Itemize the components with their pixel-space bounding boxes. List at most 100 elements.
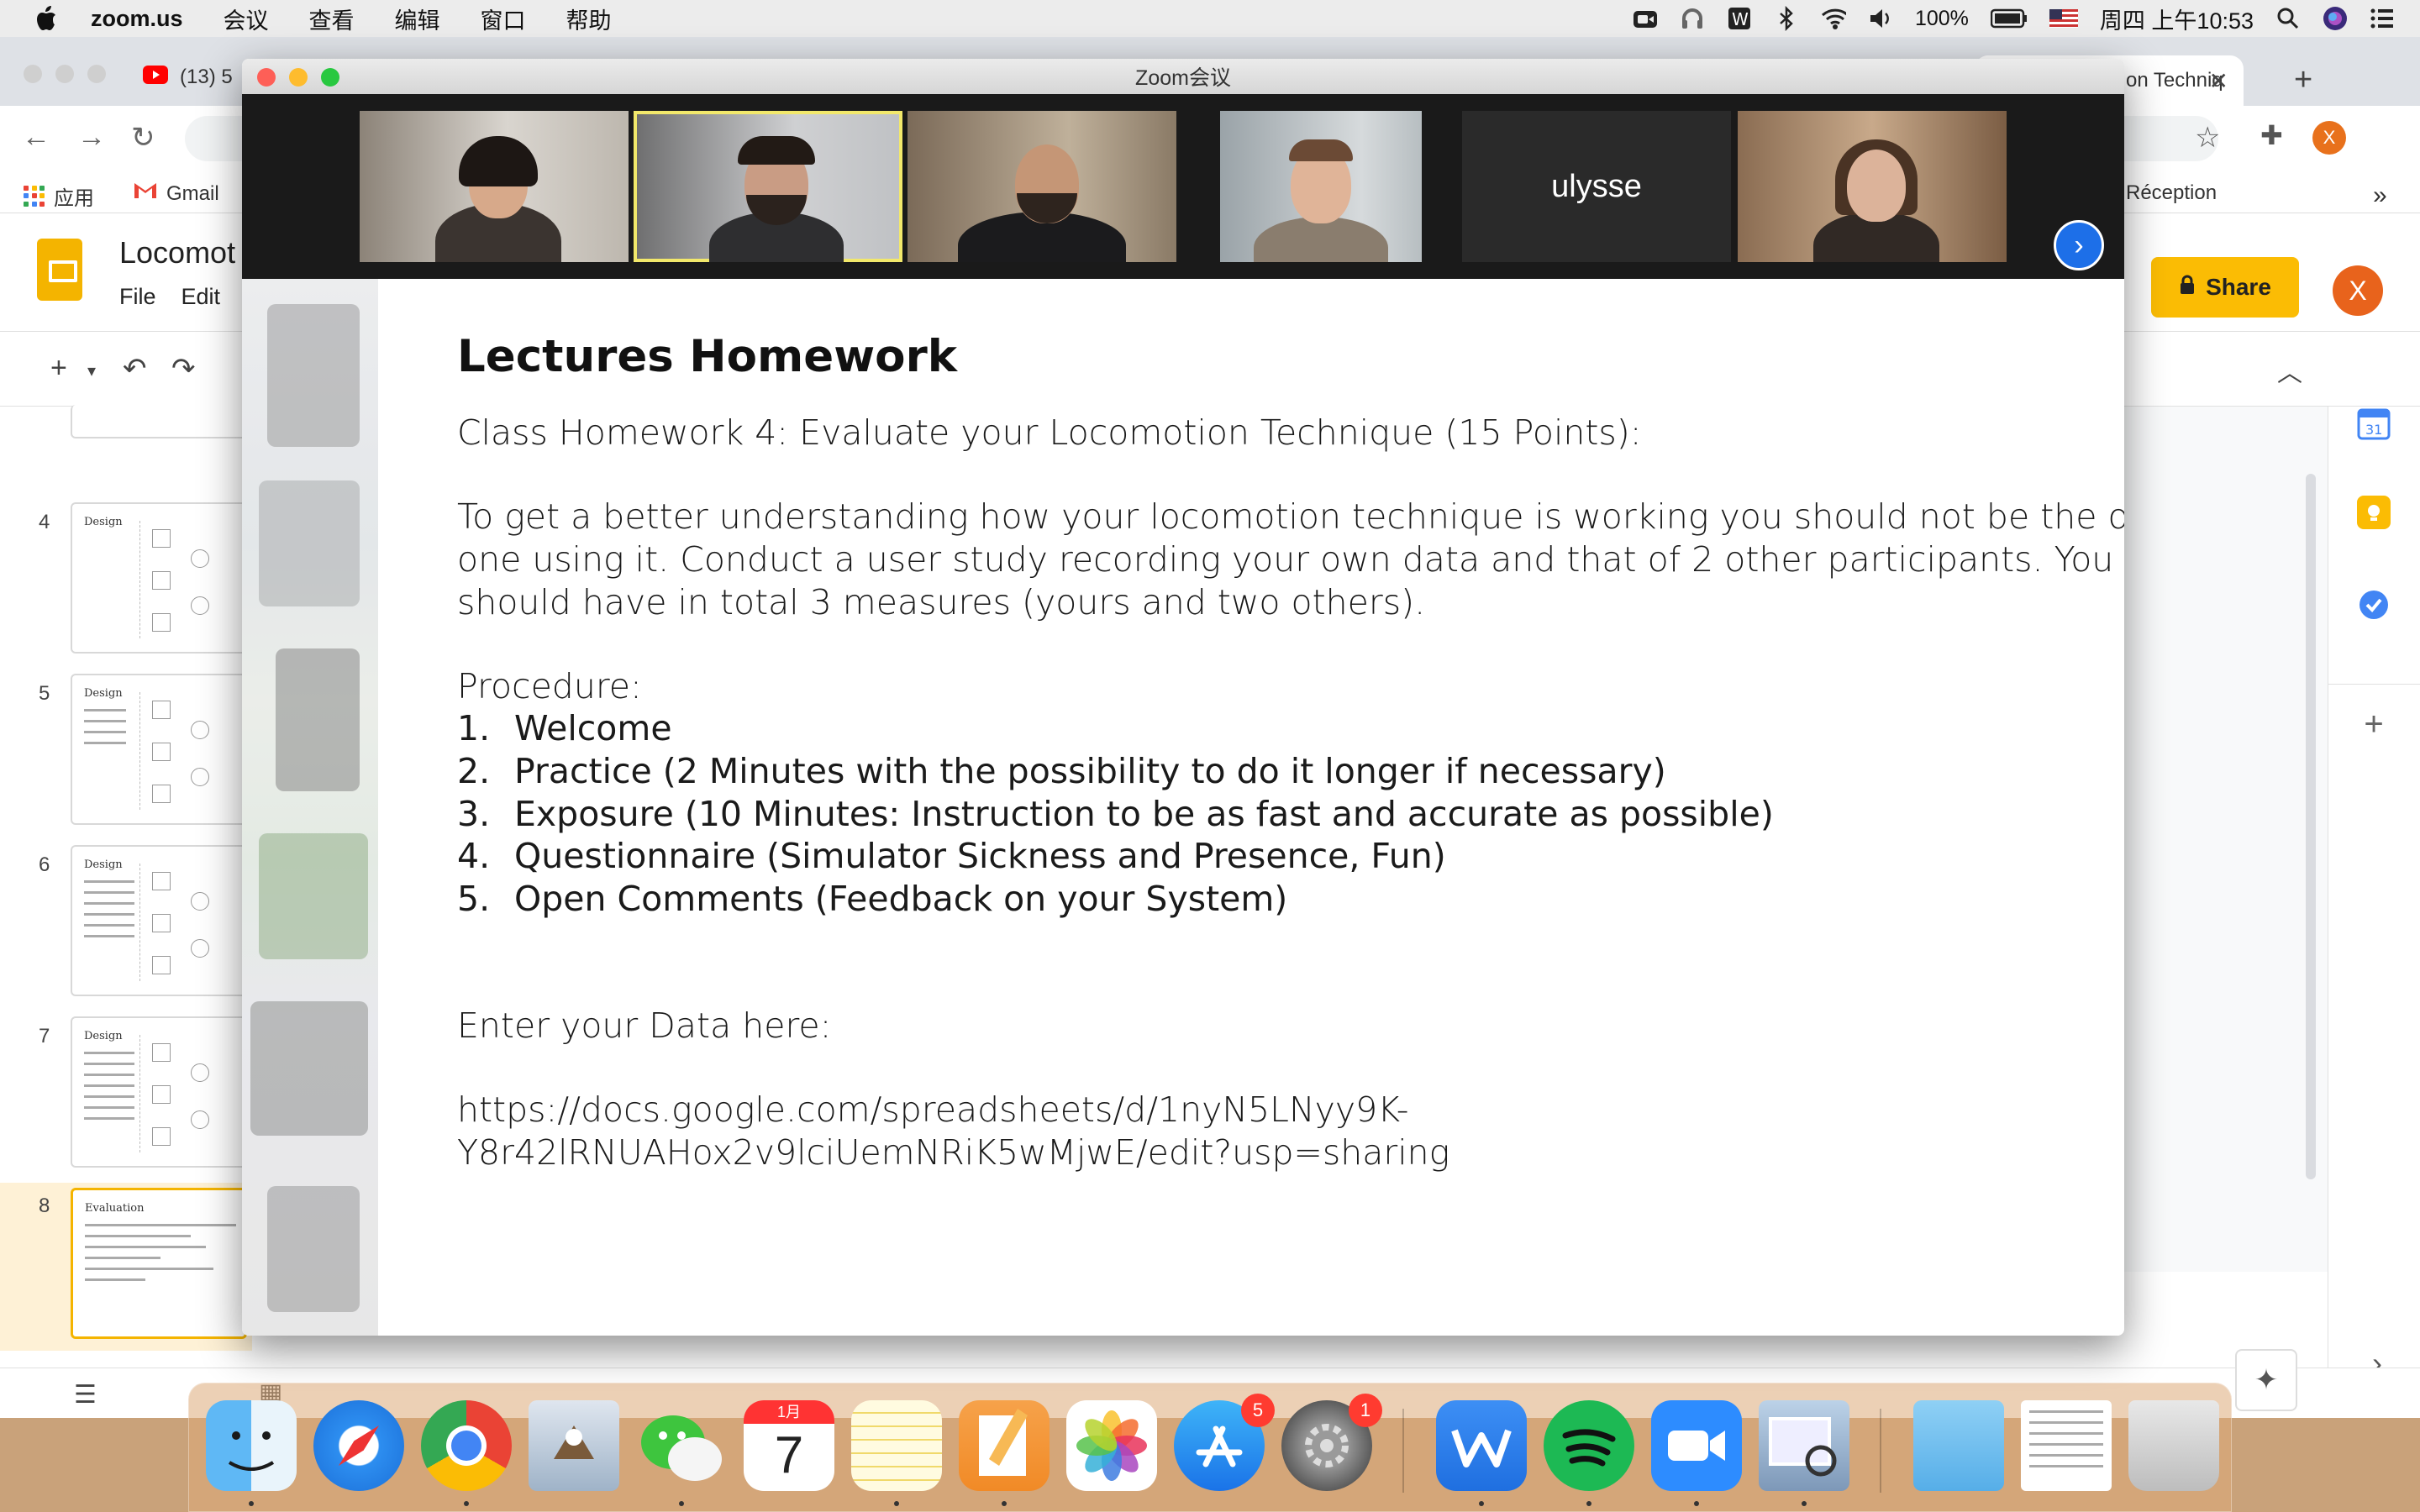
notes-icon[interactable]: [851, 1400, 942, 1491]
menu-help[interactable]: 帮助: [566, 3, 612, 35]
bookmark-star-icon[interactable]: ☆: [2195, 121, 2220, 155]
next-page-chevron-icon[interactable]: ›: [2054, 220, 2104, 270]
applications-folder-icon[interactable]: [1913, 1400, 2004, 1491]
new-slide-plus-icon[interactable]: +: [50, 352, 67, 385]
slide-canvas-area: [2118, 407, 2328, 1272]
share-button[interactable]: Share: [2151, 257, 2299, 318]
menu-edit[interactable]: 编辑: [395, 3, 440, 35]
preview-icon[interactable]: [1759, 1400, 1849, 1491]
slide-thumbnail-6[interactable]: 6 Design: [0, 845, 252, 1005]
mail-stamp-icon[interactable]: [529, 1400, 619, 1491]
slide-thumbnail-7[interactable]: 7 Design: [0, 1016, 252, 1176]
pages-icon[interactable]: [959, 1400, 1050, 1491]
redo-icon[interactable]: ↷: [171, 352, 196, 386]
participant-gallery-strip: ulysse ›: [242, 94, 2124, 279]
document-title[interactable]: Locomot: [119, 235, 235, 270]
battery-percent[interactable]: 100%: [1915, 7, 1969, 31]
undo-icon[interactable]: ↶: [123, 352, 147, 386]
spotify-icon[interactable]: [1544, 1400, 1634, 1491]
slide-thumbnail-8[interactable]: 8 Evaluation: [0, 1183, 252, 1351]
zoom-status-icon[interactable]: [1633, 6, 1658, 31]
participant-video-6[interactable]: [1738, 111, 2007, 262]
macos-dock: 1月 7 5 1: [188, 1383, 2232, 1512]
account-avatar[interactable]: X: [2333, 265, 2383, 316]
vertical-scrollbar[interactable]: [2306, 474, 2316, 1179]
participant-tile-ulysse[interactable]: ulysse: [1462, 111, 1731, 262]
spreadsheet-link-line-1[interactable]: https://docs.google.com/spreadsheets/d/1…: [457, 1089, 1409, 1131]
calendar-icon[interactable]: 31: [2357, 407, 2391, 440]
bookmark-apps[interactable]: 应用: [24, 181, 94, 211]
slides-logo-icon[interactable]: [37, 239, 82, 301]
zoom-close-button[interactable]: [257, 68, 276, 87]
slide-thumbnail-5[interactable]: 5 Design: [0, 674, 252, 833]
bluetooth-icon[interactable]: [1774, 6, 1799, 31]
participant-video-3[interactable]: [908, 111, 1176, 262]
clock[interactable]: 周四 上午10:53: [2100, 3, 2254, 35]
chrome-zoom-button[interactable]: [87, 65, 106, 83]
add-addon-plus-icon[interactable]: +: [2357, 707, 2391, 741]
slide-decorative-strip: [242, 279, 378, 1336]
apple-icon[interactable]: [29, 2, 62, 35]
bookmark-apps-label: 应用: [54, 187, 94, 210]
menu-app-name[interactable]: zoom.us: [91, 6, 183, 32]
spotlight-search-icon[interactable]: [2275, 6, 2301, 31]
siri-icon[interactable]: [2323, 6, 2348, 31]
slide-thumbnail-partial[interactable]: [0, 405, 252, 440]
participant-video-1[interactable]: [360, 111, 629, 262]
chrome-profile-avatar[interactable]: X: [2312, 121, 2346, 155]
slide-thumb-title: Design: [84, 516, 123, 528]
menu-view[interactable]: 查看: [309, 3, 355, 35]
slide-subtitle: Class Homework 4: Evaluate your Locomoti…: [457, 412, 1642, 453]
battery-icon[interactable]: [1990, 6, 2028, 31]
finder-icon[interactable]: [206, 1400, 297, 1491]
collapse-chevron-up-icon[interactable]: ︿: [2277, 352, 2302, 389]
wps-status-icon[interactable]: W: [1727, 6, 1752, 31]
zoom-maximize-button[interactable]: [321, 68, 339, 87]
chrome-icon[interactable]: [421, 1400, 512, 1491]
headphones-icon[interactable]: [1680, 6, 1705, 31]
menu-edit-slides[interactable]: Edit: [182, 284, 221, 310]
forward-arrow-icon[interactable]: →: [77, 121, 106, 154]
zoom-minimize-button[interactable]: [289, 68, 308, 87]
trash-icon[interactable]: [2128, 1400, 2219, 1491]
chrome-close-button[interactable]: [24, 65, 42, 83]
chrome-minimize-button[interactable]: [55, 65, 74, 83]
participant-video-2-active-speaker[interactable]: [634, 111, 902, 262]
chevron-down-icon[interactable]: ▾: [87, 360, 96, 381]
system-preferences-gear-icon[interactable]: 1: [1281, 1394, 1382, 1491]
menu-file[interactable]: File: [119, 284, 156, 310]
back-arrow-icon[interactable]: ←: [22, 121, 50, 154]
safari-icon[interactable]: [313, 1400, 404, 1491]
wifi-icon[interactable]: [1821, 6, 1846, 31]
keep-icon[interactable]: [2357, 496, 2391, 529]
slide-thumbnail-4[interactable]: 4 Design: [0, 502, 252, 662]
wps-office-icon[interactable]: [1436, 1400, 1527, 1491]
volume-icon[interactable]: [1868, 6, 1893, 31]
menu-meeting[interactable]: 会议: [224, 3, 269, 35]
us-flag-icon[interactable]: [2049, 6, 2078, 31]
explore-sparkle-icon[interactable]: ✦: [2235, 1349, 2297, 1411]
spreadsheet-link-line-2[interactable]: Y8r42lRNUAHox2v9lciUemNRiK5wMjwE/edit?us…: [457, 1131, 1449, 1174]
bookmark-gmail-label: Gmail: [166, 181, 219, 205]
close-tab-icon[interactable]: ✕: [2209, 67, 2228, 95]
bookmarks-overflow-icon[interactable]: »: [2373, 181, 2387, 210]
zoom-app-icon[interactable]: [1651, 1400, 1742, 1491]
bookmark-reception[interactable]: Réception: [2126, 181, 2217, 205]
bookmark-gmail[interactable]: Gmail: [133, 181, 219, 206]
participant-video-4[interactable]: [1220, 111, 1422, 262]
calendar-app-icon[interactable]: 1月 7: [744, 1400, 834, 1491]
tab-youtube[interactable]: (13) 5: [143, 59, 233, 96]
gmail-icon: [133, 181, 158, 206]
tasks-icon[interactable]: [2357, 588, 2391, 622]
photos-icon[interactable]: [1066, 1400, 1157, 1491]
procedure-item: 4. Questionnaire (Simulator Sickness and …: [457, 836, 1446, 876]
reload-icon[interactable]: ↻: [131, 121, 155, 155]
recent-document-stack-icon[interactable]: [2021, 1400, 2112, 1491]
notification-center-icon[interactable]: [2370, 6, 2395, 31]
new-tab-button[interactable]: +: [2294, 62, 2312, 98]
extensions-icon[interactable]: ✚: [2260, 119, 2283, 151]
filmstrip-view-icon[interactable]: ☰: [74, 1380, 97, 1410]
wechat-icon[interactable]: [636, 1400, 727, 1491]
app-store-icon[interactable]: 5: [1174, 1394, 1275, 1491]
menu-window[interactable]: 窗口: [481, 3, 526, 35]
